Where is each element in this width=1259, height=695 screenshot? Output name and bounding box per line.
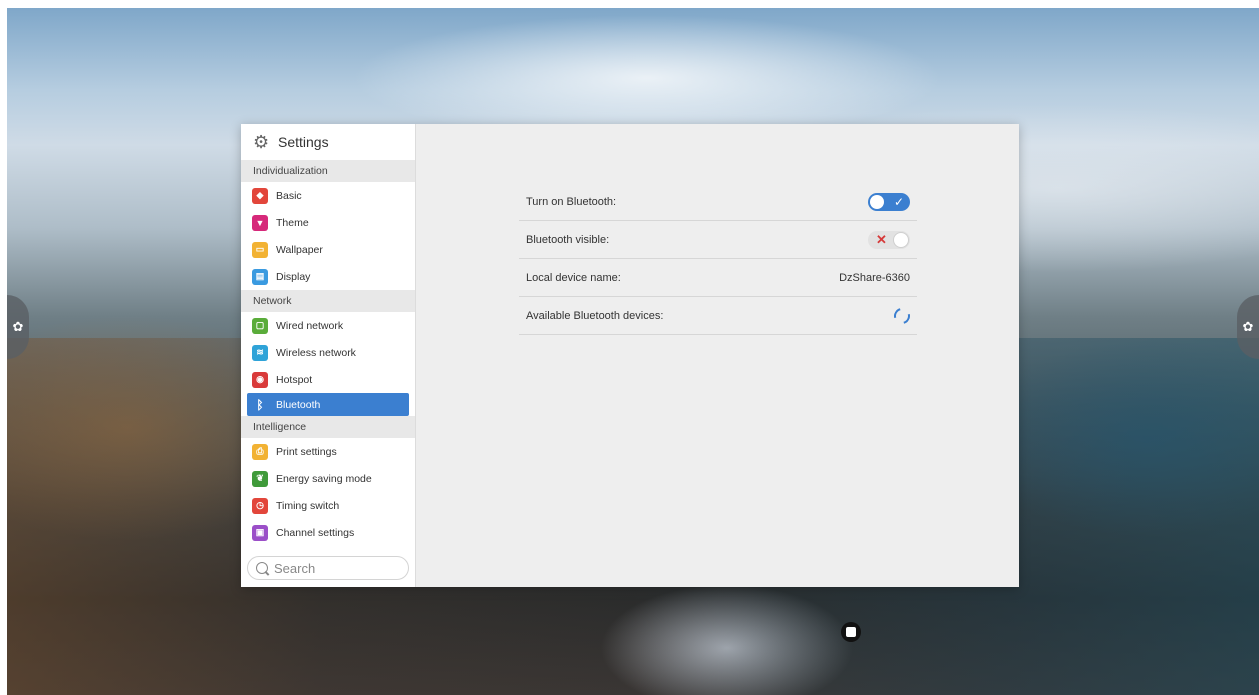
turn-on-bluetooth-label: Turn on Bluetooth: (526, 196, 617, 208)
search-placeholder: Search (274, 560, 316, 576)
bluetooth-visible-label: Bluetooth visible: (526, 233, 610, 246)
sidebar-item-energy-saving-mode[interactable]: ❦ Energy saving mode (241, 465, 415, 492)
search-input[interactable]: Search (247, 556, 409, 580)
channel-icon: ▣ (252, 524, 268, 541)
sidebar-item-label: Channel settings (276, 526, 355, 539)
sidebar-item-wired-network[interactable]: ▢ Wired network (241, 312, 415, 339)
available-devices-label: Available Bluetooth devices: (526, 309, 664, 322)
sidebar-item-timing-switch[interactable]: ◷ Timing switch (241, 492, 415, 519)
sidebar-item-label: Display (276, 270, 311, 283)
search-icon (256, 562, 268, 574)
sidebar-item-hotspot[interactable]: ◉ Hotspot (241, 366, 415, 393)
bluetooth-panel: Turn on Bluetooth: ✓ Bluetooth visible: … (416, 124, 1019, 587)
row-available-devices: Available Bluetooth devices: (519, 297, 917, 335)
settings-header: ⚙ Settings (241, 124, 415, 160)
sidebar-item-basic[interactable]: ◆ Basic (241, 182, 415, 209)
sidebar-item-label: Basic (276, 189, 302, 202)
toggle-knob (893, 231, 909, 248)
gear-icon: ⚙ (253, 132, 270, 152)
row-turn-on-bluetooth: Turn on Bluetooth: ✓ (519, 184, 917, 221)
sidebar-item-label: Wireless network (276, 346, 356, 359)
home-square-icon (846, 627, 856, 637)
theme-shirt-icon: ▼ (252, 214, 268, 231)
sidebar-item-channel-settings[interactable]: ▣ Channel settings (241, 519, 415, 546)
sidebar-item-label: Wallpaper (276, 243, 323, 256)
row-local-device-name: Local device name: DzShare-6360 (519, 259, 917, 297)
basic-icon: ◆ (252, 187, 268, 204)
row-bluetooth-visible: Bluetooth visible: ✕ (519, 221, 917, 259)
local-device-name-value[interactable]: DzShare-6360 (839, 272, 910, 284)
wifi-icon: ≋ (252, 344, 268, 361)
home-button[interactable] (841, 622, 861, 642)
sidebar-item-label: Print settings (276, 445, 337, 458)
sidebar-item-display[interactable]: ▤ Display (241, 263, 415, 290)
visibility-toggle[interactable]: ✕ (868, 230, 910, 249)
sidebar-item-label: Bluetooth (276, 398, 321, 411)
toggle-knob (870, 195, 884, 209)
clock-icon: ◷ (252, 497, 268, 514)
wallpaper-icon: ▭ (252, 241, 268, 258)
sidebar-item-label: Energy saving mode (276, 472, 372, 485)
sidebar-item-label: Theme (276, 216, 309, 229)
gear-icon: ✿ (12, 319, 24, 334)
section-individualization: Individualization (241, 160, 415, 182)
hotspot-icon: ◉ (252, 371, 268, 388)
check-icon: ✓ (893, 195, 904, 209)
bluetooth-toggle[interactable]: ✓ (868, 193, 910, 211)
bluetooth-settings-list: Turn on Bluetooth: ✓ Bluetooth visible: … (519, 184, 917, 335)
sidebar-item-label: Wired network (276, 319, 344, 332)
right-edge-settings-tab[interactable]: ✿ (1237, 295, 1259, 359)
x-icon: ✕ (876, 231, 887, 247)
sidebar-item-bluetooth[interactable]: ᛒ Bluetooth (247, 393, 409, 416)
settings-title: Settings (278, 134, 329, 150)
sidebar-item-print-settings[interactable]: ⎙ Print settings (241, 438, 415, 465)
print-icon: ⎙ (252, 443, 268, 460)
local-device-name-label: Local device name: (526, 271, 621, 284)
sidebar-item-wireless-network[interactable]: ≋ Wireless network (241, 339, 415, 366)
wired-network-icon: ▢ (252, 317, 268, 334)
display-icon: ▤ (252, 268, 268, 285)
sidebar-item-label: Timing switch (276, 499, 340, 512)
bluetooth-icon: ᛒ (256, 397, 264, 412)
refresh-spinner-icon[interactable] (891, 304, 913, 327)
section-network: Network (241, 290, 415, 312)
settings-window: ⚙ Settings Individualization ◆ Basic ▼ T… (241, 124, 1019, 587)
gear-icon: ✿ (1242, 319, 1254, 334)
settings-sidebar: ⚙ Settings Individualization ◆ Basic ▼ T… (241, 124, 416, 587)
leaf-icon: ❦ (252, 470, 268, 487)
sidebar-item-theme[interactable]: ▼ Theme (241, 209, 415, 236)
sidebar-item-label: Hotspot (276, 373, 313, 386)
sidebar-item-wallpaper[interactable]: ▭ Wallpaper (241, 236, 415, 263)
section-intelligence: Intelligence (241, 416, 415, 438)
